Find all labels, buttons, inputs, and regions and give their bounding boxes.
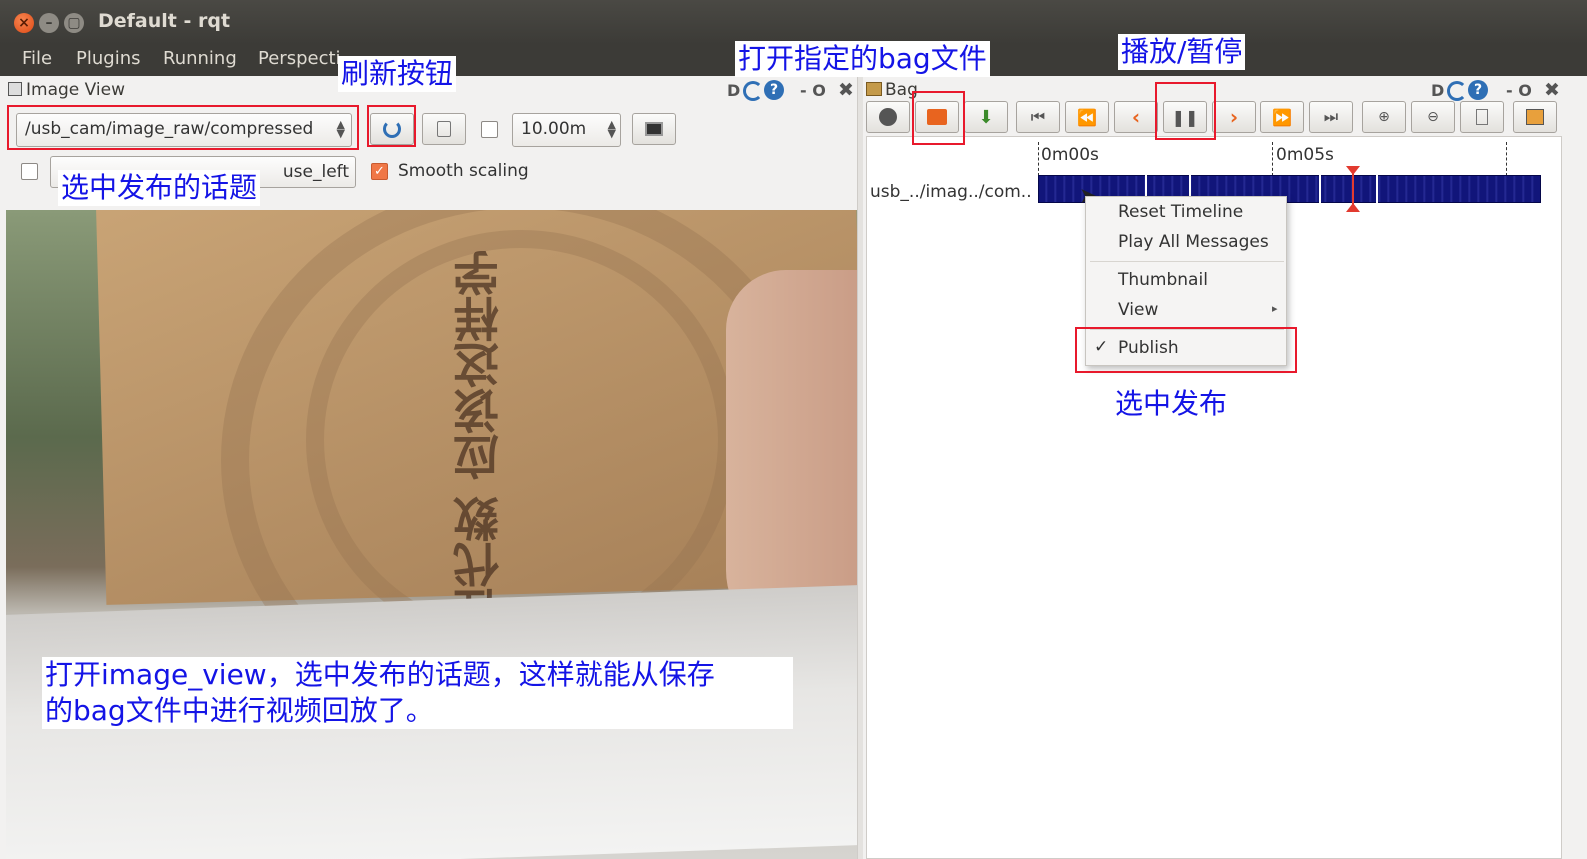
image-view-dock-label: D xyxy=(727,81,741,100)
zoom-icon xyxy=(437,121,451,137)
playhead-top-marker xyxy=(1346,166,1360,175)
bag-help-icon[interactable]: ? xyxy=(1468,80,1488,100)
window-minimize-button[interactable]: – xyxy=(39,13,59,33)
skip-end-icon: ⏭ xyxy=(1323,107,1339,126)
menu-item-view[interactable]: View xyxy=(1118,300,1158,320)
tick-10 xyxy=(1506,142,1507,176)
playhead-bottom-marker xyxy=(1346,203,1360,212)
annotation-open-bag: 打开指定的bag文件 xyxy=(735,41,990,77)
annotation-box-open-bag xyxy=(912,91,965,145)
annotation-box-play-pause xyxy=(1155,82,1216,140)
image-view-window-controls[interactable]: - O xyxy=(800,81,826,100)
rotate-checkbox[interactable] xyxy=(481,121,498,138)
step-back-button[interactable]: ‹ xyxy=(1114,101,1158,133)
chevron-left-icon: ‹ xyxy=(1131,105,1141,129)
save-icon: ⬇ xyxy=(978,106,994,128)
tick-5 xyxy=(1272,142,1273,176)
image-view-close-icon[interactable]: ✖ xyxy=(838,79,854,101)
timeline-gap-3 xyxy=(1319,175,1321,203)
menu-separator xyxy=(1090,261,1284,262)
camera-image: 线性代数 应该这样学 xyxy=(6,210,857,859)
thumbnail-icon xyxy=(1526,109,1544,125)
annotation-box-topic xyxy=(7,105,359,150)
rewind-button[interactable]: ⏪ xyxy=(1065,101,1109,133)
fast-forward-button[interactable]: ⏩ xyxy=(1260,101,1304,133)
annotation-note-line1: 打开image_view，选中发布的话题，这样就能从保存 xyxy=(42,657,793,693)
smooth-scaling-label: Smooth scaling xyxy=(398,161,529,181)
window-close-button[interactable]: × xyxy=(14,13,34,33)
go-to-end-button[interactable]: ⏭ xyxy=(1309,101,1353,133)
smooth-scaling-checkbox[interactable]: ✓ xyxy=(371,163,388,180)
save-bag-button[interactable]: ⬇ xyxy=(964,101,1008,133)
zoom-in-icon: ⊕ xyxy=(1378,109,1390,125)
annotation-refresh: 刷新按钮 xyxy=(338,56,457,92)
menu-item-play-all-messages[interactable]: Play All Messages xyxy=(1118,232,1269,252)
time-label-0: 0m00s xyxy=(1041,145,1099,165)
menu-perspectives[interactable]: Perspecti xyxy=(258,48,341,69)
menu-file[interactable]: File xyxy=(22,48,52,69)
menu-running[interactable]: Running xyxy=(163,48,237,69)
mouse-publish-checkbox[interactable] xyxy=(21,163,38,180)
annotation-play-pause: 播放/暂停 xyxy=(1118,34,1246,70)
annotation-box-publish xyxy=(1075,327,1297,373)
help-icon[interactable]: ? xyxy=(764,80,784,100)
window-maximize-button[interactable]: ▢ xyxy=(64,13,84,33)
zoom-out-icon: ⊖ xyxy=(1427,109,1439,125)
time-label-5: 0m05s xyxy=(1276,145,1334,165)
image-view-icon xyxy=(8,82,22,96)
zoom-out-button[interactable]: ⊖ xyxy=(1411,101,1455,133)
record-icon xyxy=(879,108,897,126)
go-to-begin-button[interactable]: ⏮ xyxy=(1016,101,1060,133)
record-button[interactable] xyxy=(866,101,910,133)
annotation-box-refresh xyxy=(367,105,416,147)
zoom-in-button[interactable]: ⊕ xyxy=(1362,101,1406,133)
menu-plugins[interactable]: Plugins xyxy=(76,48,140,69)
tick-0 xyxy=(1038,142,1039,176)
bag-icon xyxy=(866,82,882,96)
rate-spinbox[interactable]: 10.00m ▲ ▼ xyxy=(512,113,621,147)
timeline-gap-4 xyxy=(1376,175,1378,203)
rewind-icon: ⏪ xyxy=(1077,107,1097,127)
zoom-button[interactable] xyxy=(422,113,466,145)
zoom-reset-button[interactable] xyxy=(1460,101,1504,133)
mouse-topic-value: use_left xyxy=(282,162,349,182)
zoom-reset-icon xyxy=(1476,109,1488,125)
save-image-button[interactable] xyxy=(632,113,676,145)
annotation-select-publish: 选中发布 xyxy=(1112,386,1231,422)
menu-item-reset-timeline[interactable]: Reset Timeline xyxy=(1118,202,1243,222)
skip-start-icon: ⏮ xyxy=(1030,107,1046,126)
thumbnail-toggle-button[interactable] xyxy=(1513,101,1557,133)
image-icon xyxy=(645,122,663,136)
menu-item-thumbnail[interactable]: Thumbnail xyxy=(1118,270,1208,290)
timeline-topic-label: usb_../imag../com.. xyxy=(870,182,1032,202)
window-title: Default - rqt xyxy=(98,10,231,32)
annotation-select-topic: 选中发布的话题 xyxy=(58,170,261,206)
bag-dock-label: D xyxy=(1431,81,1445,100)
step-forward-button[interactable]: › xyxy=(1212,101,1256,133)
annotation-note-line2: 的bag文件中进行视频回放了。 xyxy=(42,693,793,729)
window-titlebar xyxy=(0,0,1587,44)
bag-window-controls[interactable]: - O xyxy=(1506,81,1532,100)
panel-splitter[interactable] xyxy=(857,76,863,859)
bag-reload-icon[interactable] xyxy=(1447,81,1467,101)
chevron-right-icon: › xyxy=(1229,105,1239,129)
rate-value: 10.00m xyxy=(521,119,587,139)
bag-close-icon[interactable]: ✖ xyxy=(1544,79,1560,101)
image-view-title: Image View xyxy=(26,80,125,100)
spin-arrows-icon: ▲ ▼ xyxy=(607,118,616,140)
submenu-arrow-icon: ▸ xyxy=(1272,302,1278,315)
fast-forward-icon: ⏩ xyxy=(1272,107,1292,127)
reload-icon[interactable] xyxy=(743,81,763,101)
